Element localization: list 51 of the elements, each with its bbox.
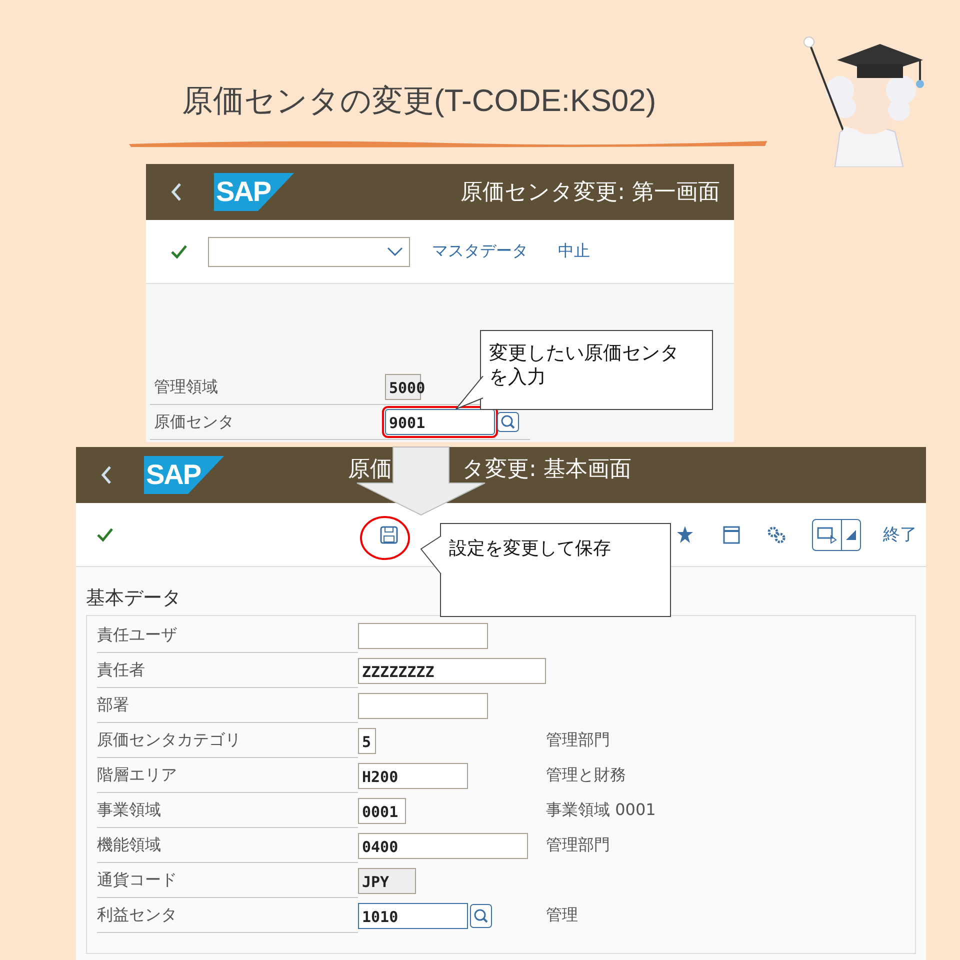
toolbar-link[interactable]: マスタデータ	[432, 241, 528, 262]
field-label: 管理領域	[153, 376, 219, 398]
field-description: 管理	[546, 905, 578, 926]
callout-text: 設定を変更して保存	[449, 538, 611, 559]
search-icon[interactable]	[470, 904, 492, 928]
input-field[interactable]	[358, 622, 488, 648]
field-description: 管理部門	[546, 730, 610, 751]
field-label: 部署	[97, 688, 358, 723]
field-description: 管理と財務	[546, 765, 626, 786]
corner-icon	[845, 528, 857, 540]
field-label: 原価センタカテゴリ	[97, 723, 358, 758]
check-icon[interactable]	[96, 526, 114, 542]
input-field[interactable]: 0001	[358, 798, 406, 824]
star-icon[interactable]	[676, 524, 694, 544]
input-field[interactable]: 5	[358, 728, 376, 754]
input-field[interactable]: H200	[358, 762, 468, 788]
screen-title: タ変更: 基本画面	[462, 456, 632, 484]
field-description: 事業領域 0001	[546, 800, 656, 821]
sap-logo: SAP	[214, 173, 294, 211]
field-label: 責任者	[97, 653, 358, 688]
screen-title: 原価センタ変更: 第一画面	[460, 179, 720, 207]
field-description: 管理部門	[546, 835, 610, 856]
field-label: 階層エリア	[97, 758, 358, 793]
section-title: 基本データ	[86, 586, 182, 611]
search-icon[interactable]	[497, 412, 519, 432]
callout-text: 変更したい原価センタを入力	[489, 342, 679, 388]
slide-title: 原価センタの変更(T-CODE:KS02)	[182, 82, 658, 120]
field-label: 原価センタ	[153, 412, 235, 432]
check-icon[interactable]	[170, 244, 188, 260]
input-field[interactable]: 1010	[358, 902, 468, 928]
split-button[interactable]	[812, 518, 861, 550]
screen-title: 原価	[348, 456, 392, 484]
field-label: 利益センタ	[97, 898, 358, 933]
settings-icon[interactable]	[766, 524, 786, 544]
sap-logo: SAP	[144, 456, 224, 494]
input-field[interactable]	[358, 692, 488, 718]
input-field[interactable]: ZZZZZZZZ	[358, 658, 546, 684]
toolbar-link[interactable]: 中止	[558, 241, 590, 262]
back-icon[interactable]	[170, 182, 182, 202]
comment-icon	[816, 526, 838, 544]
input-field[interactable]: JPY	[358, 868, 416, 894]
save-icon[interactable]	[380, 526, 398, 544]
chevron-icon	[387, 246, 403, 256]
field-label: 事業領域	[97, 793, 358, 828]
back-icon[interactable]	[100, 465, 112, 485]
field-label: 通貨コード	[97, 863, 358, 898]
input-field[interactable]: 0400	[358, 832, 528, 858]
exit-link[interactable]: 終了	[883, 523, 917, 546]
field-label: 責任ユーザ	[97, 618, 358, 653]
field-label: 機能領域	[97, 828, 358, 863]
command-dropdown[interactable]	[208, 236, 410, 266]
